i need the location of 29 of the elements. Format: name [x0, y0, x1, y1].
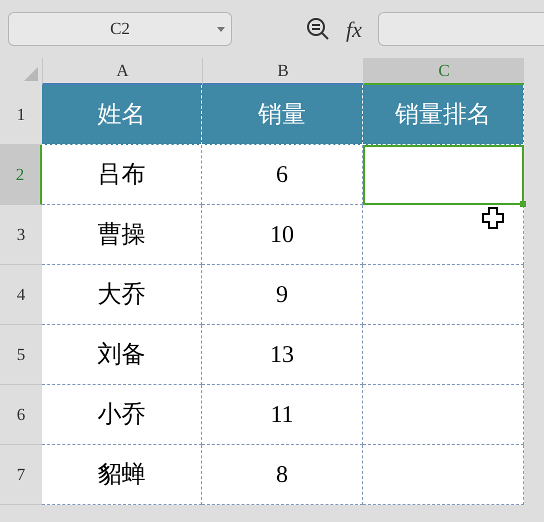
- table-cell[interactable]: 大乔: [42, 265, 202, 325]
- select-all-icon[interactable]: [24, 67, 38, 81]
- header-cell[interactable]: 姓名: [42, 85, 202, 145]
- header-cell[interactable]: 销量: [202, 85, 363, 145]
- table-cell[interactable]: 刘备: [42, 325, 202, 385]
- table-cell[interactable]: [363, 445, 524, 505]
- fx-button[interactable]: fx: [346, 12, 362, 46]
- table-cell[interactable]: 6: [202, 145, 363, 205]
- table-cell[interactable]: 貂蝉: [42, 445, 202, 505]
- table-cell[interactable]: 13: [202, 325, 363, 385]
- table-cell[interactable]: 曹操: [42, 205, 202, 265]
- table-cell[interactable]: [363, 385, 524, 445]
- table-cell[interactable]: 吕布: [42, 145, 202, 205]
- fill-handle[interactable]: [520, 201, 526, 207]
- cursor-icon: [482, 207, 504, 229]
- zoom-icon[interactable]: [306, 17, 330, 41]
- table-cell[interactable]: 8: [202, 445, 363, 505]
- table-cell[interactable]: [363, 325, 524, 385]
- dropdown-icon[interactable]: [217, 26, 225, 32]
- header-cell[interactable]: 销量排名: [363, 85, 524, 145]
- table-cell[interactable]: 9: [202, 265, 363, 325]
- table-cell[interactable]: 11: [202, 385, 363, 445]
- name-box[interactable]: C2: [8, 12, 232, 46]
- formula-field[interactable]: [378, 12, 544, 46]
- table-cell[interactable]: [363, 205, 524, 265]
- table-cell[interactable]: 小乔: [42, 385, 202, 445]
- table-cell[interactable]: [363, 265, 524, 325]
- table-cell[interactable]: [363, 145, 524, 205]
- table-cell[interactable]: 10: [202, 205, 363, 265]
